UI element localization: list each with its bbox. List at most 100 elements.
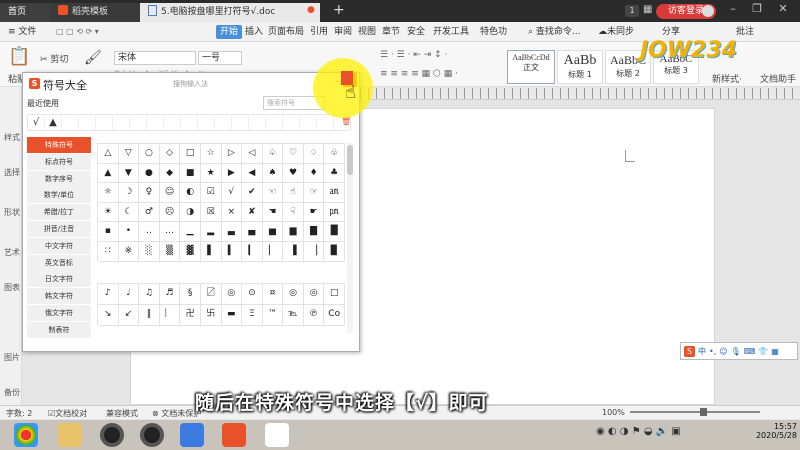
symbol-cell[interactable]: ☺ xyxy=(159,183,181,203)
symbol-cell[interactable]: ▆ xyxy=(283,222,304,242)
start-button[interactable] xyxy=(14,423,38,447)
zoom-level[interactable]: 100% xyxy=(602,408,625,417)
category-item[interactable]: 韩文字符 xyxy=(27,288,91,305)
symbol-cell[interactable]: • xyxy=(118,222,140,242)
symbol-cell[interactable]: ▲ xyxy=(98,163,119,184)
symbol-cell[interactable]: 卍 xyxy=(180,304,201,326)
font-name-select[interactable]: 宋体 xyxy=(114,51,196,65)
ime-toolbar[interactable]: S 中 •, ☺ 🎙 ⌨ 👕 ▦ xyxy=(680,342,798,360)
menu-start[interactable]: 开始 xyxy=(216,25,243,39)
symbol-cell[interactable]: ♀ xyxy=(139,183,160,203)
symbol-cell[interactable]: ▂ xyxy=(200,222,222,242)
symbol-cell[interactable]: ♣ xyxy=(324,163,345,184)
left-tool-art[interactable]: 艺术 xyxy=(4,247,20,258)
symbol-cell[interactable]: ♦ xyxy=(303,163,325,184)
symbol-cell[interactable]: ▷ xyxy=(221,144,243,164)
close-icon[interactable]: ✕ xyxy=(774,2,792,15)
symbol-cell[interactable]: ◀ xyxy=(242,163,263,184)
align-icons[interactable]: ≡ ≡ ≡ ≡ ▦ ⬡ ▦ · xyxy=(380,69,458,79)
recent-symbol-cell[interactable] xyxy=(300,115,317,130)
symbol-cell[interactable]: ▼ xyxy=(118,163,140,184)
symbol-cell[interactable]: ☹ xyxy=(159,202,181,223)
menu-references[interactable]: 引用 xyxy=(310,25,328,39)
recent-symbol-cell[interactable] xyxy=(130,115,147,130)
zoom-slider-knob[interactable] xyxy=(700,408,707,416)
menu-features[interactable]: 特色功 xyxy=(480,25,507,39)
menu-insert[interactable]: 插入 xyxy=(245,25,263,39)
scrollbar-thumb[interactable] xyxy=(347,145,353,175)
symbol-cell[interactable]: ♤ xyxy=(262,144,284,164)
restore-icon[interactable]: ❐ xyxy=(748,2,766,15)
recent-symbol-cell[interactable]: ▲ xyxy=(45,115,62,130)
category-item[interactable]: 英文音标 xyxy=(27,254,91,271)
grid-icon[interactable]: ▦ xyxy=(643,4,652,15)
wps-writer-icon[interactable] xyxy=(180,423,204,447)
recent-symbol-cell[interactable] xyxy=(198,115,215,130)
recent-symbol-cell[interactable] xyxy=(181,115,198,130)
record-app-2-icon[interactable] xyxy=(140,423,164,447)
symbol-cell[interactable]: Ξ xyxy=(242,304,263,326)
symbol-cell[interactable]: ♩ xyxy=(118,284,140,305)
symbol-cell[interactable]: ♬ xyxy=(159,284,181,305)
symbol-cell[interactable]: ✘ xyxy=(242,202,263,223)
ime-keyboard-icon[interactable]: ⌨ xyxy=(744,347,756,356)
category-item[interactable]: 俄文字符 xyxy=(27,304,91,321)
symbol-cell[interactable]: ✔ xyxy=(242,183,263,203)
symbol-cell[interactable]: ▒ xyxy=(159,241,181,262)
symbol-cell[interactable]: … xyxy=(159,222,181,242)
menu-view[interactable]: 视图 xyxy=(358,25,376,39)
recent-symbol-cell[interactable] xyxy=(62,115,79,130)
symbol-cell[interactable]: ▎ xyxy=(242,241,263,262)
menu-file[interactable]: ≡ 文件 xyxy=(8,25,36,39)
symbol-cell[interactable]: ◎ xyxy=(283,284,304,305)
doc-helper-button[interactable]: 文档助手 xyxy=(760,72,796,85)
symbol-cell[interactable]: ‖ xyxy=(139,304,160,326)
symbol-cell[interactable]: ☼ xyxy=(98,183,119,203)
new-tab-button[interactable]: + xyxy=(333,2,345,18)
minimize-icon[interactable]: – xyxy=(724,2,742,15)
symbol-cell[interactable]: Co xyxy=(324,304,345,326)
left-tool-chart[interactable]: 图表 xyxy=(4,282,20,293)
notification-badge[interactable]: 1 xyxy=(625,5,639,17)
format-painter-icon[interactable]: 🖌 xyxy=(84,50,102,66)
symbol-cell[interactable]: ☚ xyxy=(262,202,284,223)
symbol-cell[interactable]: ☜ xyxy=(262,183,284,203)
recent-symbol-cell[interactable] xyxy=(164,115,181,130)
tab-templates[interactable]: 稻壳模板 xyxy=(50,3,140,22)
symbol-cell[interactable]: ¤ xyxy=(262,284,284,305)
symbol-cell[interactable]: ↙ xyxy=(118,304,140,326)
recent-symbol-cell[interactable] xyxy=(317,115,334,130)
symbol-cell[interactable]: ☝ xyxy=(283,183,304,203)
symbol-cell[interactable]: ↘ xyxy=(98,304,119,326)
category-item[interactable]: 拼音/注音 xyxy=(27,220,91,237)
menu-page-layout[interactable]: 页面布局 xyxy=(268,25,304,39)
symbol-cell[interactable]: ▉ xyxy=(324,241,345,262)
symbol-cell[interactable]: ⊙ xyxy=(242,284,263,305)
menu-security[interactable]: 安全 xyxy=(407,25,425,39)
left-tool-select[interactable]: 选择 xyxy=(4,167,20,178)
recent-symbol-cell[interactable] xyxy=(113,115,130,130)
symbol-cell[interactable]: ▏ xyxy=(262,241,284,262)
file-explorer-icon[interactable] xyxy=(58,423,82,447)
symbol-cell[interactable]: ☞ xyxy=(303,183,325,203)
symbol-cell[interactable]: ▓ xyxy=(180,241,201,262)
symbol-cell[interactable]: ☟ xyxy=(283,202,304,223)
symbol-cell[interactable]: ♢ xyxy=(303,144,325,164)
blank-app-icon[interactable] xyxy=(265,423,289,447)
symbol-cell[interactable]: ◎ xyxy=(303,284,325,305)
recent-symbol-cell[interactable] xyxy=(266,115,283,130)
symbol-cell[interactable]: ◆ xyxy=(159,163,181,184)
category-item[interactable]: 中文字符 xyxy=(27,237,91,254)
symbol-cell[interactable]: □ xyxy=(324,284,345,305)
symbol-cell[interactable]: ︴ xyxy=(159,304,181,326)
avatar[interactable] xyxy=(702,5,714,17)
style-heading-1[interactable]: AaBb 标题 1 xyxy=(557,50,603,84)
dialog-titlebar[interactable]: S 符号大全 搜狗输入法 – xyxy=(23,73,359,95)
symbol-cell[interactable]: □ xyxy=(180,144,201,164)
category-item[interactable]: 制表符 xyxy=(27,321,91,338)
search-command[interactable]: ⌕ 查找命令... xyxy=(528,25,581,39)
symbol-cell[interactable]: ▐ xyxy=(283,241,304,262)
quick-access-icons[interactable]: ▢ ▢ ⟲ ⟳ ▾ xyxy=(56,27,99,36)
recent-symbol-cell[interactable] xyxy=(283,115,300,130)
symbol-cell[interactable]: ℗ xyxy=(303,304,325,326)
